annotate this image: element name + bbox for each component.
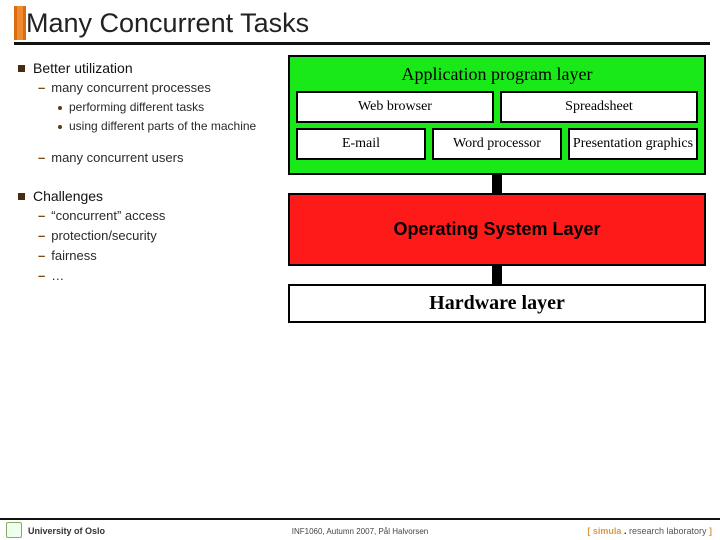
bracket-close: ] [707,526,713,536]
challenge-1: “concurrent” access [51,208,165,223]
challenge-3: fairness [51,248,97,263]
outline-sub-label: many concurrent users [51,150,183,165]
layers-diagram: Application program layer Web browser Sp… [288,55,706,323]
hardware-layer-box: Hardware layer [288,284,706,323]
outline-item-challenges: Challenges – “concurrent” access – prote… [18,188,278,284]
app-email: E-mail [296,128,426,160]
application-layer-title: Application program layer [296,64,698,85]
dash-bullet-icon: – [38,268,45,284]
connector-line-icon [492,175,502,193]
connector-line-icon [492,266,502,284]
title-accent-bar-inner [17,6,23,40]
dash-bullet-icon: – [38,248,45,264]
dot-bullet-icon [58,125,62,129]
slide-title-row: Many Concurrent Tasks [14,6,710,46]
footer-simula: simula [593,526,622,536]
app-row-1: Web browser Spreadsheet [296,91,698,123]
app-presentation-graphics: Presentation graphics [568,128,698,160]
connector-app-os [288,175,706,193]
outline-item-label: Challenges [33,188,103,204]
footer-dot: . [621,526,629,536]
application-layer-box: Application program layer Web browser Sp… [288,55,706,175]
dot-bullet-icon [58,106,62,110]
outline-item-label: Better utilization [33,60,133,76]
title-underline [14,42,710,45]
app-web-browser: Web browser [296,91,494,123]
app-word-processor: Word processor [432,128,562,160]
outline-sub-challenges: – “concurrent” access – protection/secur… [38,208,278,284]
footer-lab: research laboratory [629,526,707,536]
dash-bullet-icon: – [38,228,45,244]
app-row-2: E-mail Word processor Presentation graph… [296,128,698,160]
outline-subsub-list: performing different tasks using differe… [58,100,278,134]
outline-subsub-1: performing different tasks [69,100,204,115]
dash-bullet-icon: – [38,80,45,96]
outline-subsub-2: using different parts of the machine [69,119,256,134]
challenge-2: protection/security [51,228,157,243]
outline-sub-label: many concurrent processes [51,80,211,95]
outline-sub-users: – many concurrent users [38,150,278,166]
slide-footer: University of Oslo INF1060, Autumn 2007,… [0,518,720,540]
app-spreadsheet: Spreadsheet [500,91,698,123]
outline-sub-processes: – many concurrent processes performing d… [38,80,278,134]
dash-bullet-icon: – [38,150,45,166]
connector-os-hw [288,266,706,284]
os-layer-box: Operating System Layer [288,193,706,266]
square-bullet-icon [18,193,25,200]
outline: Better utilization – many concurrent pro… [18,56,278,288]
dash-bullet-icon: – [38,208,45,224]
footer-right: [ simula . research laboratory ] [587,526,712,536]
slide-title: Many Concurrent Tasks [14,6,710,40]
square-bullet-icon [18,65,25,72]
outline-item-utilization: Better utilization – many concurrent pro… [18,60,278,166]
challenge-4: … [51,268,64,283]
